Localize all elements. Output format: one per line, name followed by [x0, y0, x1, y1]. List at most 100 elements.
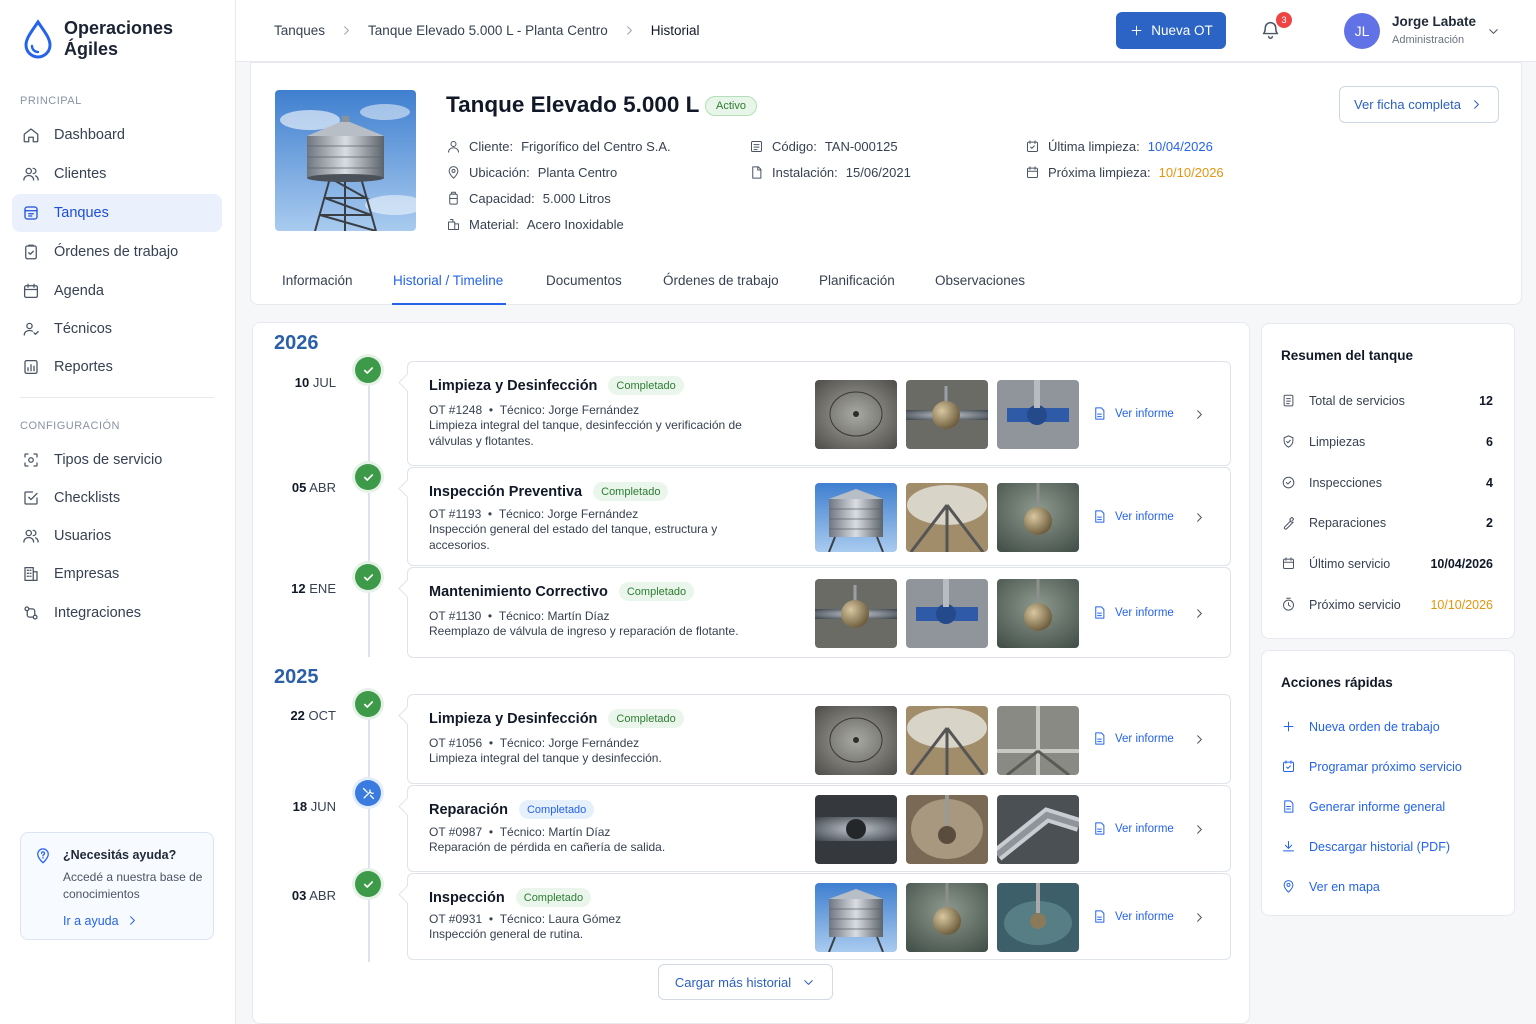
meta-location: Ubicación: Planta Centro	[446, 165, 617, 180]
action-view-map[interactable]: Ver en mapa	[1281, 879, 1380, 894]
tab-historial[interactable]: Historial / Timeline	[393, 273, 503, 288]
user-icon	[448, 141, 459, 153]
event-tech-label: Técnico:	[498, 609, 545, 623]
timeline-event-card[interactable]: Limpieza y Desinfección Completado OT #124…	[407, 361, 1231, 466]
event-photo[interactable]	[906, 380, 988, 449]
chevron-right-icon[interactable]	[1192, 407, 1207, 422]
chevron-right-icon[interactable]	[1192, 510, 1207, 525]
tab-observaciones[interactable]: Observaciones	[935, 273, 1025, 288]
event-meta: OT #1193 • Técnico: Jorge Fernández	[429, 507, 639, 521]
event-photo[interactable]	[815, 483, 897, 552]
help-link[interactable]: Ir a ayuda	[63, 913, 140, 928]
action-label: Ver en mapa	[1309, 879, 1380, 894]
water-drop-icon	[24, 19, 52, 59]
chevron-right-icon[interactable]	[1192, 606, 1207, 621]
status-badge: Activo	[705, 96, 757, 116]
action-label: Programar próximo servicio	[1309, 759, 1462, 774]
event-photo[interactable]	[997, 706, 1079, 775]
status-badge: Completado	[608, 709, 684, 728]
sidebar-item-label: Usuarios	[54, 528, 112, 544]
event-photo[interactable]	[997, 883, 1079, 952]
sidebar-item-ordenes[interactable]: Órdenes de trabajo	[12, 233, 222, 271]
tab-informacion[interactable]: Información	[282, 273, 353, 288]
event-photo[interactable]	[997, 483, 1079, 552]
app-logo[interactable]: Operaciones Ágiles	[22, 18, 194, 60]
check-icon	[363, 366, 373, 374]
chevron-right-icon[interactable]	[1192, 732, 1207, 747]
meta-label: Material:	[469, 217, 519, 232]
view-report-link[interactable]: Ver informe	[1092, 605, 1174, 620]
calendar-icon	[23, 283, 39, 299]
timeline-event-card[interactable]: Inspección Preventiva Completado OT #1193 …	[407, 467, 1231, 566]
event-photo[interactable]	[997, 380, 1079, 449]
view-report-link[interactable]: Ver informe	[1092, 406, 1174, 421]
chevron-right-icon	[626, 26, 632, 35]
view-report-link[interactable]: Ver informe	[1092, 731, 1174, 746]
sidebar-item-clientes[interactable]: Clientes	[12, 155, 222, 193]
sidebar-item-empresas[interactable]: Empresas	[12, 555, 222, 593]
sidebar-item-tipos-servicio[interactable]: Tipos de servicio	[12, 441, 222, 479]
event-photo[interactable]	[906, 706, 988, 775]
wrench-icon	[362, 787, 374, 799]
event-photo[interactable]	[906, 483, 988, 552]
sidebar-item-usuarios[interactable]: Usuarios	[12, 517, 222, 555]
chevron-down-icon[interactable]	[1486, 24, 1501, 39]
event-photo[interactable]	[815, 380, 897, 449]
chevron-right-icon[interactable]	[1192, 822, 1207, 837]
event-photo[interactable]	[815, 579, 897, 648]
help-icon	[37, 848, 49, 864]
breadcrumb-item-tanque[interactable]: Tanque Elevado 5.000 L - Planta Centro	[368, 23, 608, 38]
section-principal: PRINCIPAL	[20, 95, 82, 107]
avatar[interactable]: JL	[1344, 13, 1380, 49]
status-badge: Completado	[593, 482, 669, 501]
meta-value: Frigorífico del Centro S.A.	[521, 139, 671, 154]
sidebar-item-reportes[interactable]: Reportes	[12, 348, 222, 386]
meta-client: Cliente: Frigorífico del Centro S.A.	[446, 139, 671, 154]
chevron-right-icon	[344, 26, 349, 35]
event-meta: OT #1130 • Técnico: Martín Díaz	[429, 609, 610, 623]
meta-next-clean: Próxima limpieza: 10/10/2026	[1025, 165, 1224, 180]
new-ot-button[interactable]: Nueva OT	[1116, 12, 1226, 49]
load-more-button[interactable]: Cargar más historial	[658, 964, 833, 1000]
tab-ordenes[interactable]: Órdenes de trabajo	[663, 273, 779, 288]
sidebar-item-dashboard[interactable]: Dashboard	[12, 116, 222, 154]
view-report-link[interactable]: Ver informe	[1092, 821, 1174, 836]
sidebar-item-checklists[interactable]: Checklists	[12, 479, 222, 517]
event-photo[interactable]	[815, 706, 897, 775]
chevron-right-icon[interactable]	[1192, 910, 1207, 925]
timeline-event-card[interactable]: Limpieza y Desinfección Completado OT #105…	[407, 694, 1231, 784]
tab-documentos[interactable]: Documentos	[546, 273, 622, 288]
action-generate-report[interactable]: Generar informe general	[1281, 799, 1445, 814]
meta-last-clean: Última limpieza: 10/04/2026	[1025, 139, 1213, 154]
action-download-pdf[interactable]: Descargar historial (PDF)	[1281, 839, 1450, 854]
sidebar-item-tanques[interactable]: Tanques	[12, 194, 222, 232]
breadcrumb-item-tanques[interactable]: Tanques	[274, 23, 325, 38]
event-date: 12 ENE	[262, 581, 336, 596]
event-photo[interactable]	[815, 795, 897, 864]
tab-planificacion[interactable]: Planificación	[819, 273, 895, 288]
view-report-link[interactable]: Ver informe	[1092, 909, 1174, 924]
event-photo[interactable]	[906, 795, 988, 864]
action-new-order[interactable]: Nueva orden de trabajo	[1281, 719, 1440, 734]
event-month: ABR	[309, 888, 336, 903]
event-photo[interactable]	[906, 579, 988, 648]
meta-label: Próxima limpieza:	[1048, 165, 1151, 180]
timeline-event-card[interactable]: Mantenimiento Correctivo Completado OT #11…	[407, 567, 1231, 658]
action-schedule-service[interactable]: Programar próximo servicio	[1281, 759, 1462, 774]
timeline-event-card[interactable]: Reparación Completado OT #0987 • Técnico: …	[407, 785, 1231, 872]
sidebar-item-integraciones[interactable]: Integraciones	[12, 594, 222, 632]
event-header: Limpieza y Desinfección Completado	[429, 376, 684, 395]
timeline-event-card[interactable]: Inspección Completado OT #0931 • Técnico: …	[407, 873, 1231, 960]
capacity-icon	[449, 191, 458, 205]
sidebar-item-agenda[interactable]: Agenda	[12, 272, 222, 310]
event-photo[interactable]	[997, 579, 1079, 648]
event-photo[interactable]	[906, 883, 988, 952]
event-photo[interactable]	[997, 795, 1079, 864]
event-title: Mantenimiento Correctivo	[429, 583, 608, 600]
event-date: 10 JUL	[262, 375, 336, 390]
view-report-link[interactable]: Ver informe	[1092, 509, 1174, 524]
event-photo[interactable]	[815, 883, 897, 952]
event-ot: OT #1193	[429, 507, 482, 521]
full-sheet-button[interactable]: Ver ficha completa	[1339, 86, 1499, 123]
sidebar-item-tecnicos[interactable]: Técnicos	[12, 310, 222, 348]
